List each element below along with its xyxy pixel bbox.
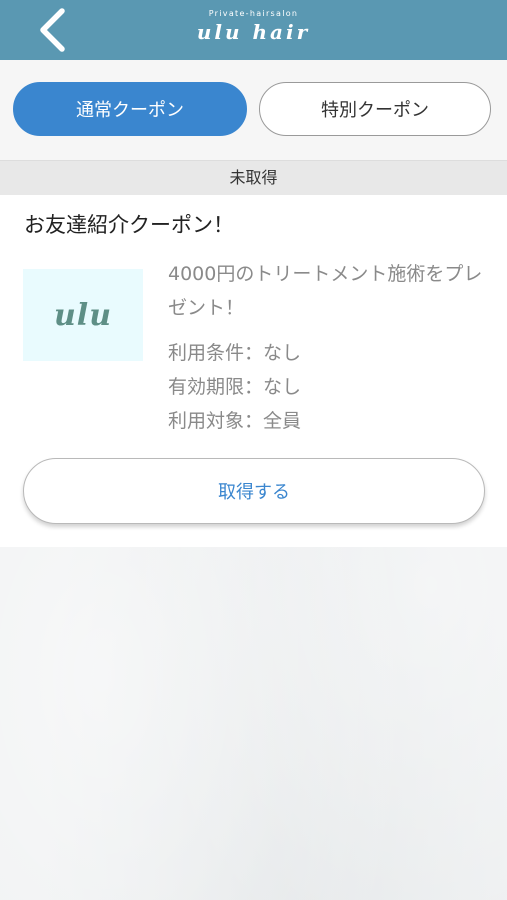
- tab-normal-coupon[interactable]: 通常クーポン: [13, 82, 247, 136]
- brand-logo: Private-hairsalon ulu hair: [0, 8, 507, 44]
- coupon-image-logo: ulu: [53, 297, 113, 333]
- detail-target: 利用対象：全員: [168, 410, 302, 432]
- logo-title: ulu hair: [196, 20, 311, 44]
- status-header: 未取得: [0, 160, 507, 195]
- acquire-coupon-button[interactable]: 取得する: [23, 458, 485, 524]
- coupon-details: 利用条件：なし 有効期限：なし 利用対象：全員: [168, 336, 301, 438]
- tab-special-coupon[interactable]: 特別クーポン: [259, 82, 491, 136]
- coupon-image: ulu: [23, 269, 143, 361]
- coupon-description: 4000円のトリートメント施術をプレゼント！: [168, 263, 483, 319]
- app-header: Private-hairsalon ulu hair: [0, 0, 507, 60]
- coupon-title: お友達紹介クーポン！: [24, 213, 234, 237]
- coupon-card: お友達紹介クーポン！ ulu 4000円のトリートメント施術をプレゼント！ 利用…: [0, 195, 507, 547]
- coupon-tabs: 通常クーポン 特別クーポン: [0, 60, 507, 160]
- logo-subtitle: Private-hairsalon: [208, 9, 299, 18]
- detail-usage-condition: 利用条件：なし: [168, 342, 302, 364]
- detail-expiry: 有効期限：なし: [168, 376, 302, 398]
